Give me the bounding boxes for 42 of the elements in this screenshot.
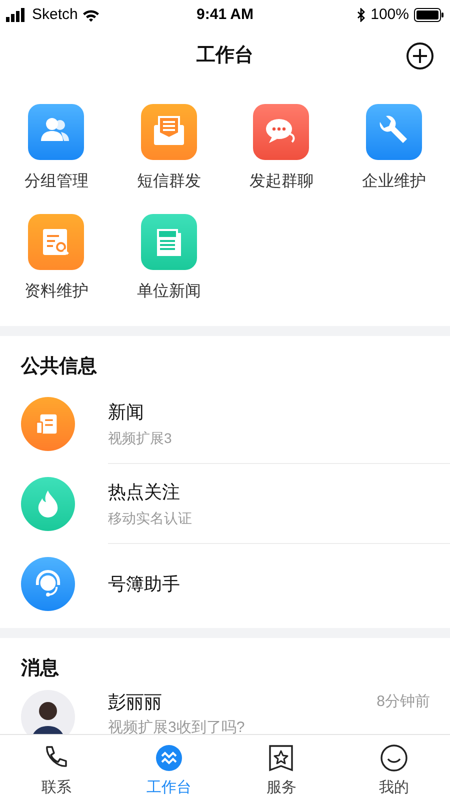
section-title: 消息	[20, 657, 60, 681]
app-icon	[140, 104, 197, 160]
info-row[interactable]: 号簿助手	[0, 544, 450, 624]
info-row[interactable]: 新闻 视频扩展3	[0, 384, 450, 464]
tab[interactable]: 服务	[225, 735, 338, 800]
info-title: 号簿助手	[108, 573, 181, 596]
battery-percent: 100%	[370, 4, 409, 25]
info-row[interactable]: 热点关注 移动实名认证	[0, 464, 450, 544]
info-icon	[21, 477, 75, 531]
app-shortcut[interactable]: 短信群发	[112, 104, 225, 192]
app-shortcut[interactable]: 资料维护	[0, 214, 112, 302]
info-subtitle: 视频扩展3	[108, 428, 173, 448]
tab[interactable]: 联系	[0, 735, 112, 800]
app-shortcut[interactable]: 发起群聊	[225, 104, 338, 192]
app-shortcut[interactable]: 企业维护	[338, 104, 450, 192]
wifi-icon	[82, 8, 100, 22]
info-icon	[21, 397, 75, 451]
app-icon	[28, 214, 84, 270]
carrier-name: Sketch	[32, 4, 78, 25]
app-shortcut[interactable]: 单位新闻	[112, 214, 225, 302]
info-title: 热点关注	[108, 480, 181, 504]
section-title: 公共信息	[20, 355, 98, 379]
smile-icon	[378, 743, 409, 773]
info-icon	[21, 557, 75, 611]
message-time: 8分钟前	[376, 692, 430, 712]
tab[interactable]: 我的	[338, 735, 450, 800]
bluetooth-icon	[356, 8, 366, 22]
sender-name: 彭丽丽	[108, 691, 162, 714]
app-icon	[366, 104, 422, 160]
battery-icon	[414, 8, 444, 22]
clock-time: 9:41 AM	[196, 4, 254, 25]
app-icon	[253, 104, 310, 160]
app-icon	[28, 104, 84, 160]
message-preview: 视频扩展3收到了吗?	[108, 718, 245, 734]
page-title: 工作台	[196, 44, 254, 68]
add-button[interactable]	[406, 42, 434, 70]
app-icon	[140, 214, 197, 270]
info-subtitle: 移动实名认证	[108, 508, 193, 528]
tab[interactable]: 工作台	[112, 735, 225, 800]
info-title: 新闻	[108, 400, 145, 424]
wave-icon	[154, 743, 184, 773]
app-shortcut[interactable]: 分组管理	[0, 104, 112, 192]
